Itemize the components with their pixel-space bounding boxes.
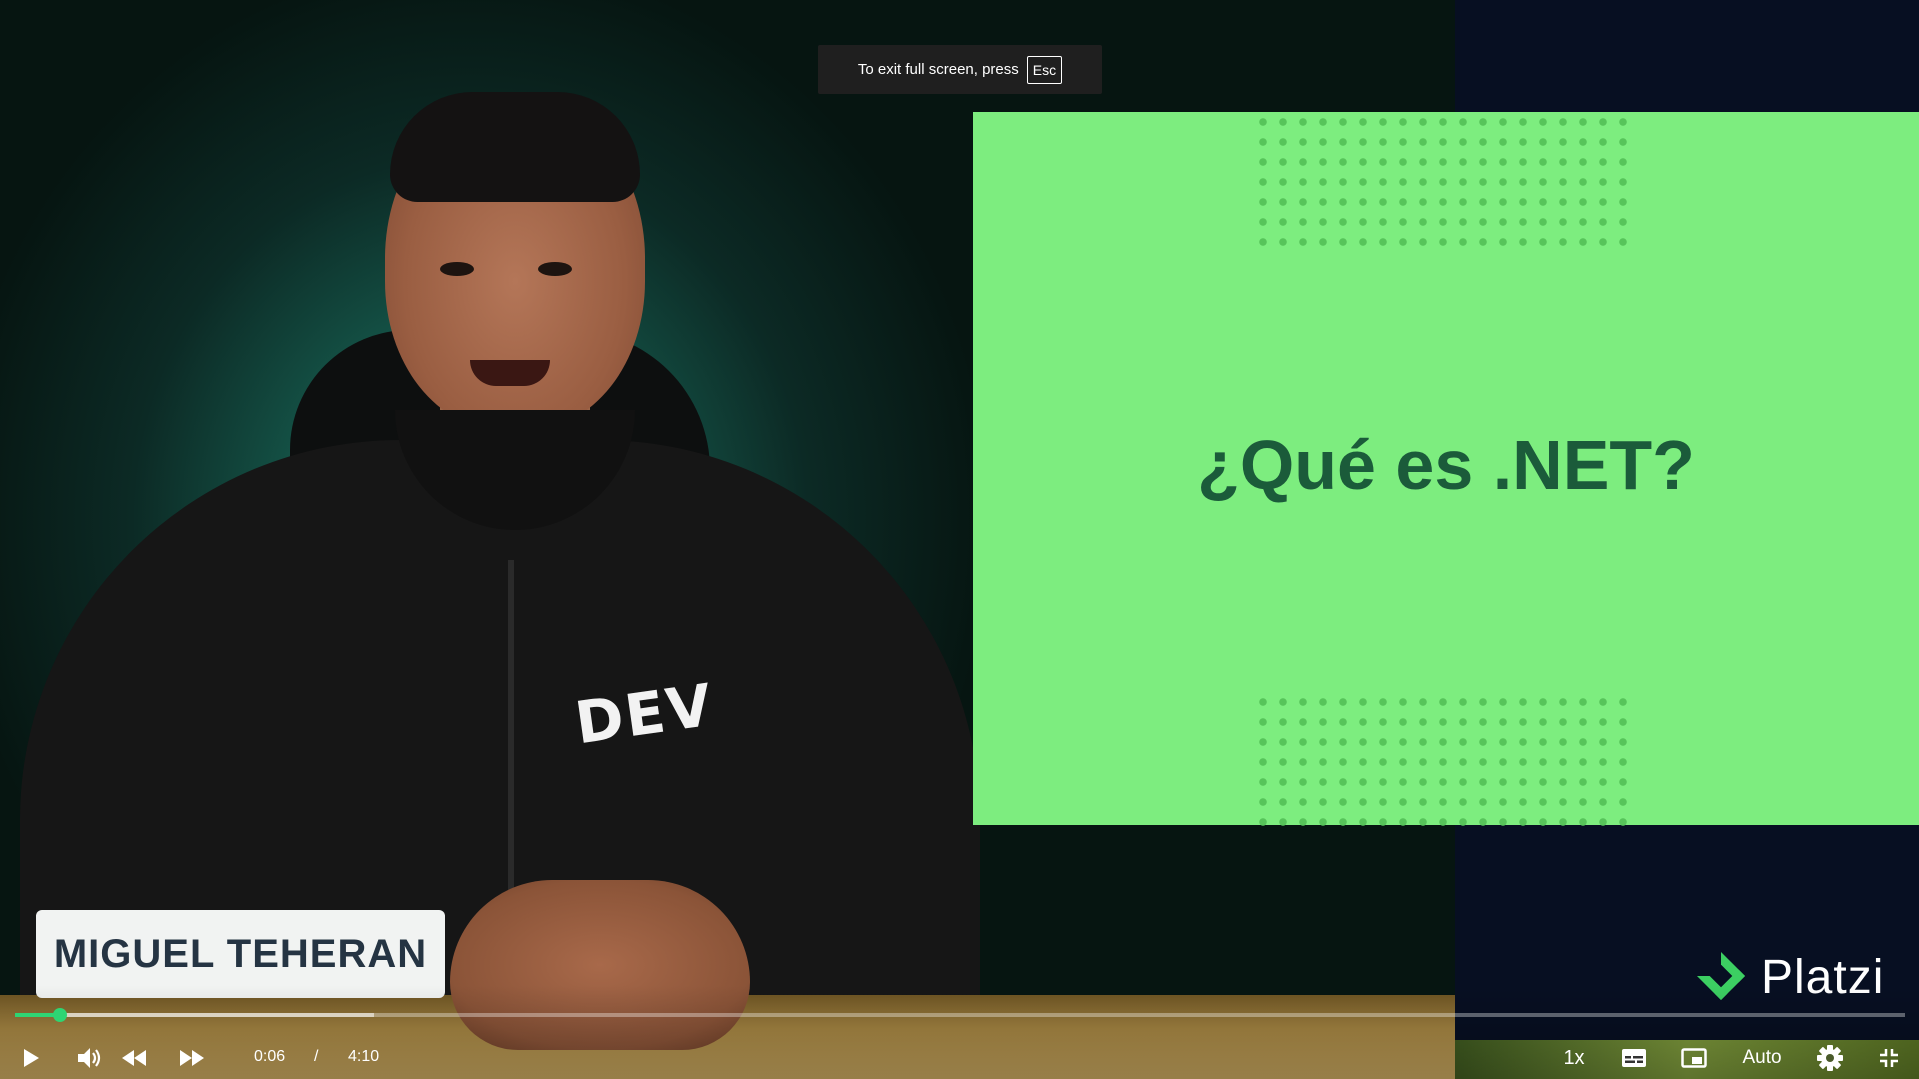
fullscreen-exit-toast: To exit full screen, press Esc <box>818 45 1102 94</box>
duration: 4:10 <box>348 1048 380 1065</box>
fast-forward-icon <box>180 1050 204 1066</box>
fast-forward-button[interactable] <box>176 1040 208 1076</box>
volume-icon <box>78 1048 101 1068</box>
play-icon <box>24 1049 39 1067</box>
video-player[interactable]: DEV ¿Qué es .NET? MIGUEL TEHERAN Platzi … <box>0 0 1919 1079</box>
current-time: 0:06 <box>254 1048 286 1065</box>
picture-in-picture-button[interactable] <box>1678 1040 1710 1076</box>
rewind-button[interactable] <box>118 1040 150 1076</box>
slide-dot-pattern-top <box>1253 112 1633 252</box>
captions-icon <box>1622 1049 1646 1067</box>
esc-key-hint: Esc <box>1026 55 1063 84</box>
exit-fullscreen-icon <box>1880 1049 1898 1067</box>
presenter-name: MIGUEL TEHERAN <box>53 931 428 976</box>
rewind-icon <box>122 1050 146 1066</box>
slide-title: ¿Qué es .NET? <box>1197 426 1695 504</box>
volume-button[interactable] <box>74 1040 106 1076</box>
progress-buffered <box>15 1013 375 1017</box>
title-slide: ¿Qué es .NET? <box>973 112 1919 827</box>
quality-button[interactable]: Auto <box>1738 1040 1786 1076</box>
exit-fullscreen-button[interactable] <box>1874 1040 1904 1076</box>
presenter-eye-right <box>538 262 572 276</box>
time-separator: / <box>314 1048 319 1065</box>
presenter-hair <box>390 92 640 202</box>
quality-label: Auto <box>1742 1047 1782 1068</box>
playback-speed-label: 1x <box>1563 1046 1585 1069</box>
progress-bar[interactable] <box>15 1008 1905 1022</box>
picture-in-picture-icon <box>1681 1048 1707 1068</box>
settings-button[interactable] <box>1814 1040 1846 1076</box>
captions-button[interactable] <box>1618 1040 1650 1076</box>
playback-speed-button[interactable]: 1x <box>1556 1040 1592 1076</box>
presenter-eye-left <box>440 262 474 276</box>
toast-message: To exit full screen, press <box>857 61 1019 78</box>
play-button[interactable] <box>16 1040 46 1076</box>
gear-icon <box>1817 1045 1843 1071</box>
slide-dot-pattern-bottom <box>1253 692 1633 827</box>
